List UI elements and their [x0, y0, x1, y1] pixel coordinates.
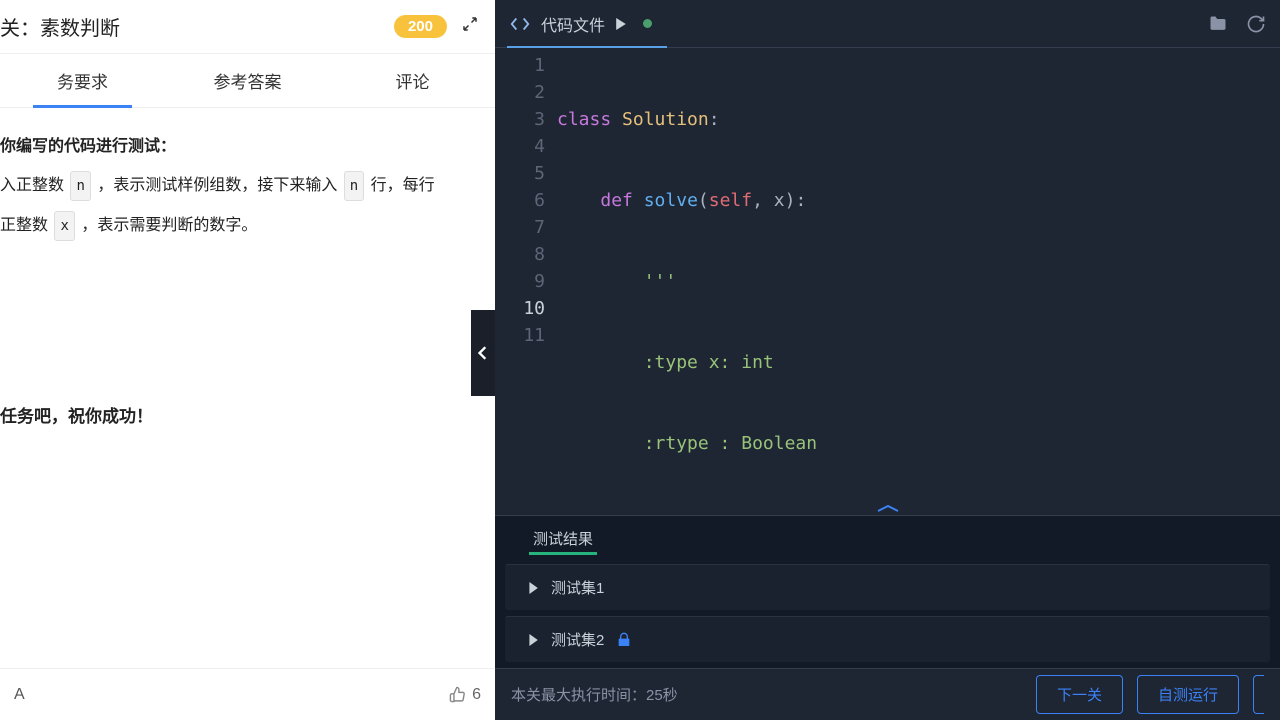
content-scroll[interactable]: 你编写的代码进行测试： 入正整数 n ，表示测试样例组数，接下来输入 n 行，每…: [0, 108, 495, 668]
code-file-icon: [509, 13, 531, 35]
results-tab-row: 测试结果: [495, 518, 1280, 558]
code-chip-n: n: [70, 171, 90, 201]
next-level-button[interactable]: 下一关: [1036, 675, 1123, 714]
code-editor[interactable]: 1 2 3 4 5 6 7 8 9 10 11 class Solution: …: [495, 48, 1280, 503]
code-line: :type x: int: [557, 349, 1280, 376]
line-number: 3: [495, 106, 545, 133]
file-tab-label[interactable]: 代码文件: [541, 12, 605, 36]
line-number: 9: [495, 268, 545, 295]
line-number: 10: [495, 295, 545, 322]
code-line: def solve(self, x):: [557, 187, 1280, 214]
page-title: 关：素数判断: [0, 12, 120, 41]
max-time-label: 本关最大执行时间：25秒: [511, 684, 678, 705]
footer-actions: 下一关 自测运行: [1036, 675, 1264, 714]
closing-text: 任务吧，祝你成功！: [0, 402, 491, 427]
lock-icon: [616, 632, 632, 648]
thumb-up-icon: [449, 686, 466, 703]
tab-comments[interactable]: 评论: [330, 54, 495, 107]
code-lines: class Solution: def solve(self, x): ''' …: [557, 52, 1280, 503]
text-fragment: ，表示需要判断的数字。: [77, 217, 257, 234]
test-set-label: 测试集2: [551, 629, 604, 650]
folder-icon[interactable]: [1208, 14, 1228, 34]
line-number: 4: [495, 133, 545, 160]
line-number: 11: [495, 322, 545, 349]
text-fragment: 入正整数: [0, 177, 68, 194]
like-button[interactable]: 6: [449, 686, 481, 704]
tab-answer[interactable]: 参考答案: [165, 54, 330, 107]
pane-resize-handle[interactable]: [495, 503, 1280, 515]
code-chip-n: n: [344, 171, 364, 201]
line-number: 7: [495, 214, 545, 241]
right-panel: 代码文件 1 2 3 4 5 6 7 8 9 10 11 class Solut…: [495, 0, 1280, 720]
code-line: ''': [557, 268, 1280, 295]
expand-icon[interactable]: [461, 15, 479, 38]
chevron-right-icon: [527, 634, 539, 646]
search-input[interactable]: [14, 669, 449, 720]
test-set-item[interactable]: 测试集2: [505, 616, 1270, 662]
tab-test-results[interactable]: 测试结果: [529, 520, 597, 557]
editor-header: 代码文件: [495, 0, 1280, 48]
points-badge: 200: [394, 15, 447, 38]
section-heading: 你编写的代码进行测试：: [0, 132, 491, 156]
code-chip-x: x: [54, 211, 74, 241]
search-row: 6: [0, 668, 495, 720]
refresh-icon[interactable]: [1246, 14, 1266, 34]
line-number: 6: [495, 187, 545, 214]
tabs-row: 务要求 参考答案 评论: [0, 54, 495, 108]
editor-header-actions: [1208, 14, 1266, 34]
line-number: 2: [495, 79, 545, 106]
tab-requirements[interactable]: 务要求: [0, 54, 165, 107]
play-icon[interactable]: [615, 18, 627, 30]
footer-bar: 本关最大执行时间：25秒 下一关 自测运行: [495, 668, 1280, 720]
test-set-label: 测试集1: [551, 577, 604, 598]
like-count: 6: [472, 686, 481, 704]
text-fragment: ，表示测试样例组数，接下来输入: [93, 177, 342, 194]
test-set-item[interactable]: 测试集1: [505, 564, 1270, 610]
line-number-gutter: 1 2 3 4 5 6 7 8 9 10 11: [495, 52, 557, 503]
partial-button[interactable]: [1253, 675, 1264, 714]
code-line: class Solution:: [557, 106, 1280, 133]
dirty-indicator-icon: [643, 19, 652, 28]
paragraph: 正整数 x ，表示需要判断的数字。: [0, 210, 491, 242]
line-number: 1: [495, 52, 545, 79]
self-run-button[interactable]: 自测运行: [1137, 675, 1239, 714]
chevron-right-icon: [527, 582, 539, 594]
line-number: 8: [495, 241, 545, 268]
code-line: :rtype : Boolean: [557, 430, 1280, 457]
paragraph: 入正整数 n ，表示测试样例组数，接下来输入 n 行，每行: [0, 170, 491, 202]
left-panel: 关：素数判断 200 务要求 参考答案 评论 你编写的代码进行测试： 入正整数 …: [0, 0, 495, 720]
left-header: 关：素数判断 200: [0, 0, 495, 54]
results-pane: 测试结果 测试集1 测试集2: [495, 515, 1280, 668]
line-number: 5: [495, 160, 545, 187]
chevron-left-icon: [476, 346, 490, 360]
collapse-handle[interactable]: [471, 310, 495, 396]
text-fragment: 正整数: [0, 217, 52, 234]
text-fragment: 行，每行: [366, 177, 434, 194]
